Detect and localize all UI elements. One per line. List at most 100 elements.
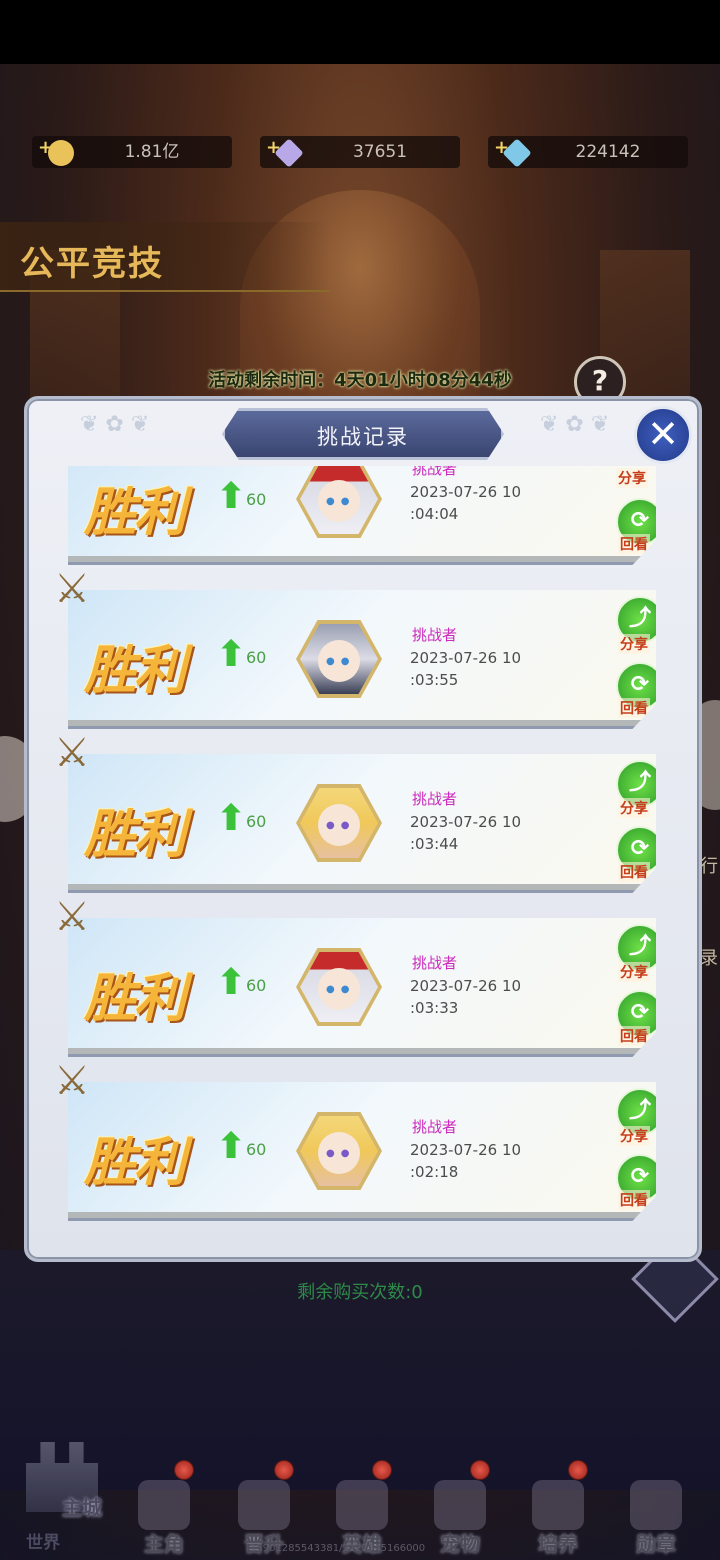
replay-label: 回看 <box>618 534 650 554</box>
nav-label: 培养 <box>538 1532 578 1556</box>
panel-title-banner: 挑战记录 <box>222 408 504 460</box>
role-label: 挑战者 <box>412 466 458 478</box>
record-item: 胜利 ⬆ 60 ●● 挑战者 2023-07-26 10 :03:55 ⤴ 分享… <box>68 590 656 729</box>
notification-dot <box>568 1460 588 1480</box>
record-time: :03:44 <box>410 835 459 853</box>
points-gain: 60 <box>246 490 267 509</box>
points-gain: 60 <box>246 1140 267 1159</box>
main-city-label: 主城 <box>62 1496 102 1520</box>
record-time: :03:33 <box>410 999 459 1017</box>
rank-up-arrow-icon: ⬆ <box>216 634 247 675</box>
avatar-blonde-hair: ●● <box>300 1116 378 1186</box>
record-item: 胜利 ⬆ 60 ●● 挑战者 2023-07-26 10 :03:44 ⤴ 分享… <box>68 754 656 893</box>
nav-label: 宠物 <box>440 1532 480 1556</box>
result-label: 胜利 <box>84 805 186 865</box>
record-item: 胜利 ⬆ 60 ●● 挑战者 2023-07-26 10 :02:18 ⤴ 分享… <box>68 1082 656 1221</box>
notification-dot <box>174 1460 194 1480</box>
opponent-avatar[interactable]: ●● <box>296 1112 382 1190</box>
role-label: 挑战者 <box>412 1118 458 1136</box>
result-label: 胜利 <box>84 969 186 1029</box>
opponent-avatar[interactable]: ●● <box>296 784 382 862</box>
crystal-counter[interactable]: + 37651 <box>260 136 460 168</box>
share-label: 分享 <box>618 634 650 654</box>
avatar-eyes: ●● <box>326 1148 356 1159</box>
record-item: 胜利 ⬆ 60 ●● 挑战者 2023-07-26 10 :04:04 分享 ⟳… <box>68 466 656 565</box>
promotion-icon <box>238 1480 290 1530</box>
close-button[interactable]: ✕ <box>634 406 692 464</box>
ornament-left: ❦ ✿ ❦ <box>80 412 150 437</box>
crossed-swords-icon: ⚔ <box>54 894 90 940</box>
result-label: 胜利 <box>84 1133 186 1193</box>
result-label: 胜利 <box>84 641 186 701</box>
share-label: 分享 <box>618 1126 650 1146</box>
notification-dot <box>372 1460 392 1480</box>
gold-counter[interactable]: + 1.81亿 <box>32 136 232 168</box>
rank-up-arrow-icon: ⬆ <box>216 1126 247 1167</box>
replay-label: 回看 <box>618 862 650 882</box>
page-title-banner: 公平竞技 <box>0 222 330 292</box>
notification-dot <box>470 1460 490 1480</box>
role-label: 挑战者 <box>412 790 458 808</box>
replay-label: 回看 <box>618 698 650 718</box>
right-edge-label: 行 <box>700 856 718 877</box>
nav-protagonist[interactable]: 主角 <box>124 1460 204 1556</box>
avatar-eyes: ●● <box>326 496 356 507</box>
role-label: 挑战者 <box>412 626 458 644</box>
replay-label: 回看 <box>618 1026 650 1046</box>
record-list[interactable]: 胜利 ⬆ 60 ●● 挑战者 2023-07-26 10 :04:04 分享 ⟳… <box>36 466 676 1236</box>
record-date: 2023-07-26 10 <box>410 483 522 501</box>
page-title: 公平竞技 <box>20 244 164 284</box>
cultivate-icon <box>532 1480 584 1530</box>
nav-label: 勋章 <box>636 1532 676 1556</box>
avatar-eyes: ●● <box>326 984 356 995</box>
notification-dot <box>274 1460 294 1480</box>
opponent-avatar[interactable]: ●● <box>296 620 382 698</box>
diamond-counter[interactable]: + 224142 <box>488 136 688 168</box>
points-gain: 60 <box>246 648 267 667</box>
share-label: 分享 <box>616 468 648 488</box>
right-edge-label: 录 <box>700 948 718 969</box>
hero-icon <box>336 1480 388 1530</box>
rank-up-arrow-icon: ⬆ <box>216 798 247 839</box>
points-gain: 60 <box>246 812 267 831</box>
main-city-button[interactable]: 主城 世界 <box>8 1428 112 1556</box>
nav-cultivate[interactable]: 培养 <box>518 1460 598 1556</box>
role-label: 挑战者 <box>412 954 458 972</box>
record-time: :03:55 <box>410 671 459 689</box>
avatar-eyes: ●● <box>326 820 356 831</box>
points-gain: 60 <box>246 976 267 995</box>
share-label: 分享 <box>618 798 650 818</box>
opponent-avatar[interactable]: ●● <box>296 948 382 1026</box>
crossed-swords-icon: ⚔ <box>54 730 90 776</box>
record-item: 胜利 ⬆ 60 ●● 挑战者 2023-07-26 10 :03:33 ⤴ 分享… <box>68 918 656 1057</box>
build-id: 15901285543381/2222345166000 <box>250 1543 426 1554</box>
record-date: 2023-07-26 10 <box>410 977 522 995</box>
avatar-eyes: ●● <box>326 656 356 667</box>
pet-icon <box>434 1480 486 1530</box>
panel-title: 挑战记录 <box>317 425 409 449</box>
share-label: 分享 <box>618 962 650 982</box>
nav-pet[interactable]: 宠物 <box>420 1460 500 1556</box>
nav-medal[interactable]: 勋章 <box>616 1480 696 1556</box>
result-label: 胜利 <box>84 483 186 543</box>
opponent-avatar[interactable]: ●● <box>296 466 382 538</box>
avatar-silver-hair-red-hat: ●● <box>300 466 378 534</box>
crossed-swords-icon: ⚔ <box>54 1058 90 1104</box>
record-date: 2023-07-26 10 <box>410 813 522 831</box>
medal-icon <box>630 1480 682 1530</box>
avatar-silver-hair-red-hat: ●● <box>300 952 378 1022</box>
record-time: :04:04 <box>410 505 459 523</box>
world-label: 世界 <box>26 1533 60 1553</box>
avatar-silver-hair-armor: ●● <box>300 624 378 694</box>
avatar-blonde-hair: ●● <box>300 788 378 858</box>
nav-label: 主角 <box>144 1532 184 1556</box>
rank-up-arrow-icon: ⬆ <box>216 476 247 517</box>
crossed-swords-icon: ⚔ <box>54 566 90 612</box>
replay-label: 回看 <box>618 1190 650 1210</box>
rank-up-arrow-icon: ⬆ <box>216 962 247 1003</box>
record-date: 2023-07-26 10 <box>410 1141 522 1159</box>
buy-remaining-count: 剩余购买次数:0 <box>297 1282 423 1303</box>
protagonist-icon <box>138 1480 190 1530</box>
record-date: 2023-07-26 10 <box>410 649 522 667</box>
gold-coin-icon <box>48 140 74 166</box>
